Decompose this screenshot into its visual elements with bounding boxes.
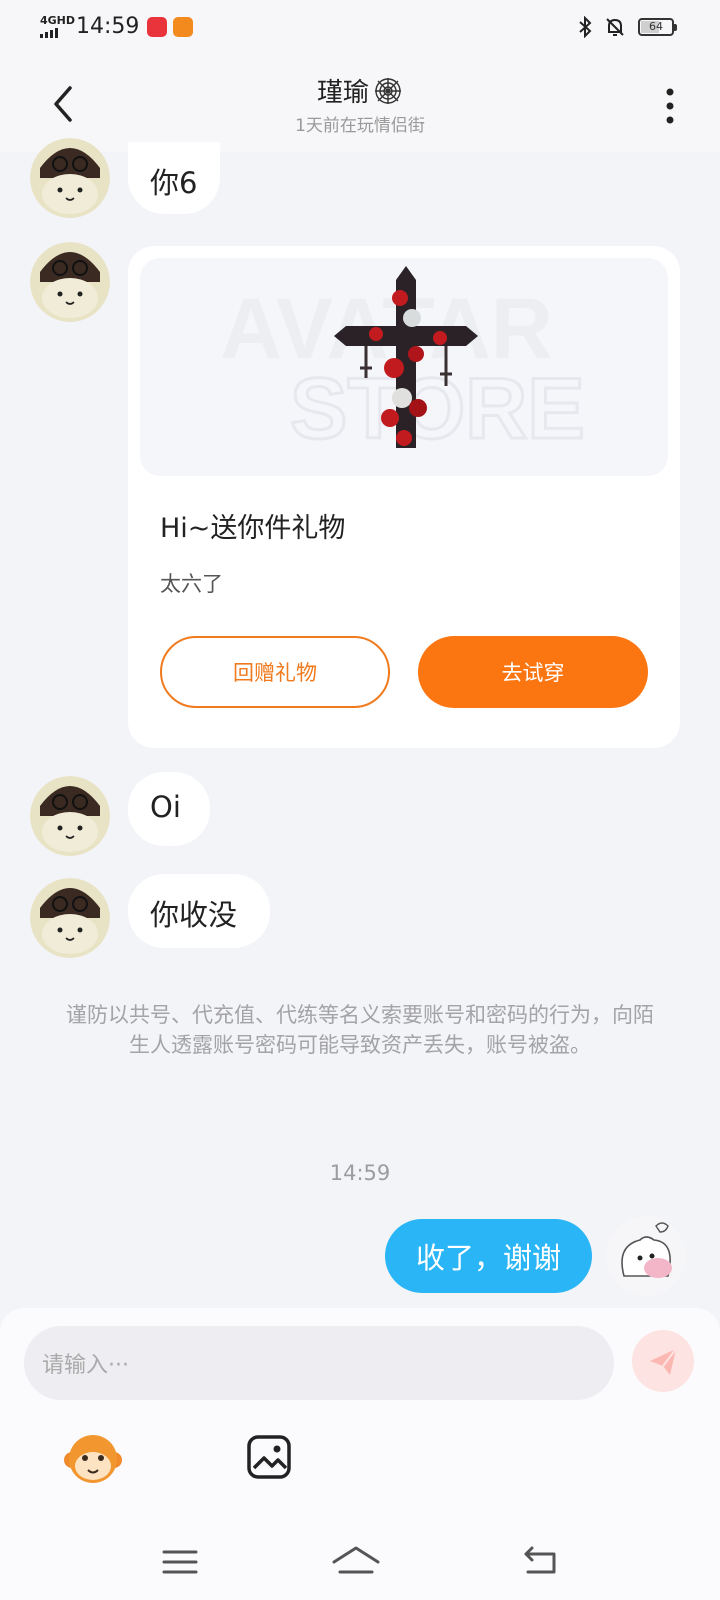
gift-card[interactable]: AVATAR STORE Hi~送 (128, 246, 680, 748)
my-message-bubble[interactable]: 收了，谢谢 (385, 1219, 592, 1293)
gift-title: Hi~送你件礼物 (160, 513, 346, 544)
contact-status: 1天前在玩情侣街 (295, 116, 425, 136)
battery-level: 64 (649, 20, 663, 33)
status-bar: 4GHD 14:59 64 (0, 0, 720, 56)
message-text: 你6 (150, 166, 198, 200)
gift-subtitle: 太六了 (160, 572, 223, 596)
contact-avatar[interactable] (30, 242, 110, 322)
contact-avatar[interactable] (30, 878, 110, 958)
battery-icon: 64 (638, 18, 677, 36)
try-on-button[interactable]: 去试穿 (418, 636, 648, 708)
contact-avatar[interactable] (30, 138, 110, 218)
contact-name-text: 瑾瑜 (316, 78, 369, 108)
chat-header: 瑾瑜 1天前在玩情侣街 (0, 56, 720, 152)
contact-name[interactable]: 瑾瑜 (317, 72, 403, 109)
message-text: 收了，谢谢 (415, 1241, 561, 1275)
input-placeholder: 请输入··· (42, 1353, 129, 1378)
image-picker-button[interactable] (246, 1434, 292, 1480)
back-nav-icon[interactable] (520, 1542, 564, 1582)
app-notification-icon (173, 16, 194, 37)
message-input[interactable]: 请输入··· (24, 1326, 614, 1400)
home-icon[interactable] (330, 1542, 382, 1582)
app-notification-icon (147, 16, 168, 37)
message-text: Oi (150, 790, 181, 824)
spiderweb-icon (375, 77, 401, 104)
message-bubble[interactable]: 你6 (128, 142, 220, 214)
status-right: 64 (578, 16, 677, 38)
send-icon (650, 1348, 677, 1375)
bluetooth-icon (579, 16, 592, 38)
message-timestamp: 14:59 (329, 1161, 391, 1185)
svg-text:STORE: STORE (290, 361, 585, 457)
status-time: 14:59 (76, 14, 140, 39)
gift-image[interactable]: AVATAR STORE (140, 258, 668, 476)
message-bubble[interactable]: Oi (128, 772, 210, 846)
message-text: 你收没 (150, 898, 238, 932)
message-bubble[interactable]: 你收没 (128, 874, 270, 948)
contact-avatar[interactable] (30, 776, 110, 856)
monkey-face-icon (64, 1435, 122, 1483)
more-options-button[interactable] (660, 86, 680, 126)
my-avatar[interactable] (606, 1216, 686, 1296)
emoji-sticker-button[interactable] (62, 1428, 124, 1490)
network-indicator: 4GHD (40, 13, 76, 38)
mute-bell-icon (606, 18, 624, 36)
system-nav-bar (0, 1528, 720, 1600)
return-gift-button[interactable]: 回赠礼物 (160, 636, 390, 708)
menu-icon[interactable] (158, 1542, 202, 1582)
image-icon (247, 1435, 291, 1479)
network-label: 4GHD (40, 13, 76, 27)
send-button[interactable] (632, 1330, 694, 1392)
header-title-block: 瑾瑜 1天前在玩情侣街 (0, 72, 720, 136)
status-left: 4GHD 14:59 (40, 13, 194, 39)
signal-icon (40, 27, 74, 38)
safety-notice: 谨防以共号、代充值、代练等名义索要账号和密码的行为，向陌生人透露账号密码可能导致… (66, 1003, 654, 1057)
